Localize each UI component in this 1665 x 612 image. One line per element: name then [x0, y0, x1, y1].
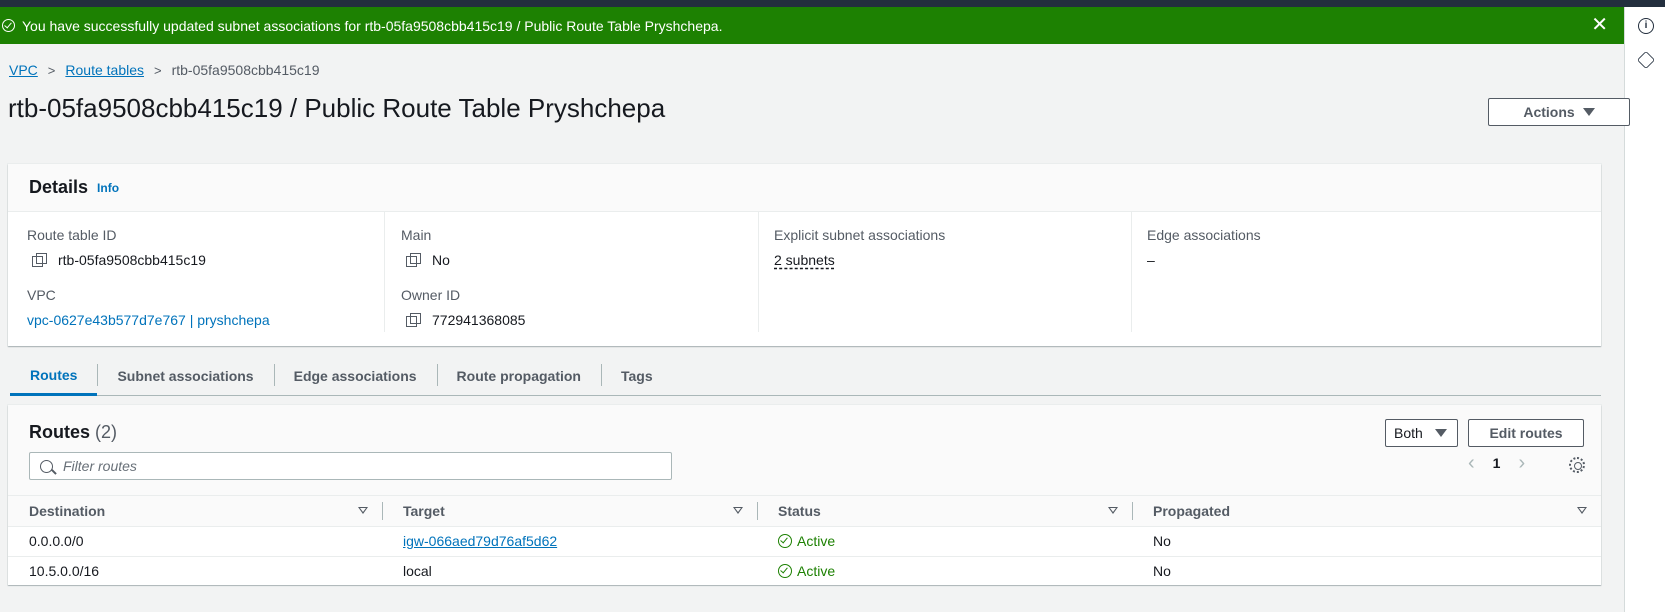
- success-flashbar: You have successfully updated subnet ass…: [0, 7, 1624, 44]
- details-heading: Details: [29, 177, 89, 197]
- sort-caret-icon[interactable]: [1108, 507, 1118, 514]
- propagated-cell: No: [1132, 526, 1601, 557]
- details-col-4: Edge associations –: [1147, 212, 1567, 332]
- settings-gear-icon[interactable]: [1569, 457, 1585, 473]
- breadcrumb: VPC > Route tables > rtb-05fa9508cbb415c…: [9, 62, 320, 78]
- vpc-link[interactable]: vpc-0627e43b577d7e767 | pryshchepa: [27, 312, 270, 328]
- tab-tags[interactable]: Tags: [600, 356, 673, 396]
- details-col-2: Main No Owner ID 772941368085: [401, 212, 759, 332]
- success-check-icon: [2, 19, 15, 32]
- details-header: Details Info: [8, 164, 1601, 212]
- active-check-icon: [778, 534, 792, 548]
- next-page-icon[interactable]: ›: [1518, 453, 1525, 473]
- tab-edge-associations[interactable]: Edge associations: [273, 356, 437, 396]
- col-status[interactable]: Status: [757, 496, 1132, 527]
- destination-cell: 10.5.0.0/16: [8, 556, 382, 587]
- edit-routes-button[interactable]: Edit routes: [1468, 419, 1584, 447]
- route-table-id-value: rtb-05fa9508cbb415c19: [58, 252, 206, 268]
- destination-cell: 0.0.0.0/0: [8, 526, 382, 557]
- routes-panel: Routes (2) Both Edit routes ‹ 1 › Destin…: [8, 405, 1601, 587]
- status-badge: Active: [778, 563, 1132, 579]
- main-value: No: [432, 252, 450, 268]
- right-tools-rail: i: [1624, 7, 1665, 612]
- pagination: ‹ 1 ›: [1468, 453, 1525, 473]
- prev-page-icon[interactable]: ‹: [1468, 453, 1475, 473]
- filter-routes-input[interactable]: [63, 458, 663, 474]
- owner-id-value: 772941368085: [432, 312, 526, 328]
- explicit-subnet-label: Explicit subnet associations: [774, 227, 946, 243]
- breadcrumb-current: rtb-05fa9508cbb415c19: [171, 62, 320, 78]
- search-icon: [40, 459, 53, 473]
- target-link[interactable]: igw-066aed79d76af5d62: [403, 533, 557, 549]
- routes-title: Routes: [29, 422, 91, 442]
- filter-routes-field[interactable]: [29, 452, 672, 480]
- table-row: 0.0.0.0/0 igw-066aed79d76af5d62 Active N…: [8, 526, 1601, 557]
- vpc-label: VPC: [27, 287, 56, 303]
- copy-icon[interactable]: [406, 313, 421, 327]
- sort-caret-icon[interactable]: [733, 507, 743, 514]
- breadcrumb-vpc[interactable]: VPC: [9, 62, 38, 78]
- copy-icon[interactable]: [406, 253, 421, 267]
- top-nav-strip: [0, 0, 1665, 7]
- close-icon[interactable]: ✕: [1591, 15, 1608, 35]
- info-link[interactable]: Info: [97, 181, 119, 195]
- breadcrumb-route-tables[interactable]: Route tables: [65, 62, 144, 78]
- col-propagated[interactable]: Propagated: [1132, 496, 1601, 527]
- details-col-1: Route table ID rtb-05fa9508cbb415c19 VPC…: [27, 212, 385, 332]
- edge-associations-label: Edge associations: [1147, 227, 1261, 243]
- actions-label: Actions: [1523, 104, 1575, 120]
- tab-routes[interactable]: Routes: [10, 356, 98, 396]
- actions-button[interactable]: Actions: [1488, 98, 1630, 126]
- caret-down-icon: [1434, 429, 1447, 437]
- sort-caret-icon[interactable]: [358, 507, 368, 514]
- tab-bar: Routes Subnet associations Edge associat…: [10, 356, 1601, 396]
- details-panel: Details Info Route table ID rtb-05fa9508…: [8, 164, 1601, 346]
- chevron-right-icon: >: [154, 62, 162, 78]
- edge-associations-value: –: [1147, 252, 1155, 268]
- copy-icon[interactable]: [32, 253, 47, 267]
- owner-id-label: Owner ID: [401, 287, 461, 303]
- status-badge: Active: [778, 533, 1132, 549]
- routes-table: Destination Target Status Propagated 0.0…: [8, 496, 1601, 587]
- tab-route-propagation[interactable]: Route propagation: [436, 356, 601, 396]
- explicit-subnets-link[interactable]: 2 subnets: [774, 252, 835, 268]
- info-icon[interactable]: i: [1638, 18, 1654, 34]
- col-destination[interactable]: Destination: [8, 496, 382, 527]
- route-filter-select[interactable]: Both: [1385, 419, 1458, 447]
- routes-header: Routes (2) Both Edit routes ‹ 1 ›: [8, 405, 1601, 496]
- propagated-cell: No: [1132, 556, 1601, 587]
- sort-caret-icon[interactable]: [1577, 507, 1587, 514]
- current-page[interactable]: 1: [1493, 455, 1501, 471]
- target-cell: local: [382, 556, 757, 587]
- caret-down-icon: [1582, 108, 1595, 116]
- table-row: 10.5.0.0/16 local Active No: [8, 556, 1601, 587]
- col-target[interactable]: Target: [382, 496, 757, 527]
- active-check-icon: [778, 564, 792, 578]
- route-table-id-label: Route table ID: [27, 227, 117, 243]
- tab-subnet-associations[interactable]: Subnet associations: [97, 356, 273, 396]
- page-title: rtb-05fa9508cbb415c19 / Public Route Tab…: [8, 93, 666, 123]
- route-filter-value: Both: [1394, 425, 1423, 441]
- flash-message: You have successfully updated subnet ass…: [22, 17, 723, 34]
- main-label: Main: [401, 227, 432, 243]
- routes-count: (2): [95, 422, 118, 442]
- details-col-3: Explicit subnet associations 2 subnets: [774, 212, 1132, 332]
- chevron-right-icon: >: [47, 62, 56, 78]
- notifications-icon[interactable]: [1636, 50, 1656, 70]
- routes-heading: Routes (2): [29, 422, 117, 443]
